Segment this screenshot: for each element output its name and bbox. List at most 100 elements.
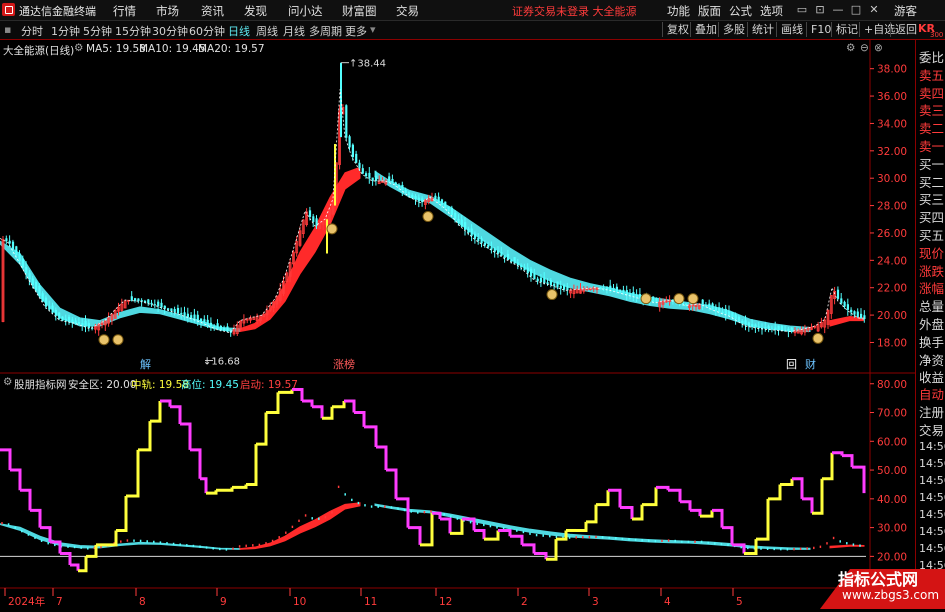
msg-icon[interactable]: ▭ — [794, 3, 810, 17]
menu-zixun[interactable]: 资讯 — [201, 3, 224, 19]
app-title: 通达信金融终端 — [19, 5, 96, 18]
candle-body — [203, 319, 206, 324]
btn-biaoji[interactable]: 标记 — [831, 22, 862, 37]
coin-marker-icon — [673, 293, 685, 305]
quote-field-label[interactable]: 净资 — [919, 350, 944, 369]
coin-marker-icon — [640, 293, 652, 305]
minimize-icon[interactable]: — — [830, 3, 846, 17]
candle-body — [612, 287, 615, 292]
tab-60min[interactable]: 60分钟 — [189, 23, 225, 39]
candle-body — [226, 326, 229, 332]
candle-body — [447, 206, 450, 212]
oscillator-step — [138, 421, 152, 452]
main-ribbon — [239, 166, 361, 333]
btn-duogu[interactable]: 多股 — [718, 22, 749, 37]
tab-5min[interactable]: 5分钟 — [83, 23, 112, 39]
menu-xuanxiang[interactable]: 选项 — [760, 3, 783, 19]
kline-chart[interactable]: 38.00 36.00 34.00 32.00 30.00 28.00 26.00 24.00… — [0, 40, 915, 609]
guest-label[interactable]: 游客 — [894, 3, 917, 19]
strip-action-label[interactable]: 自动 — [919, 384, 944, 403]
quote-field-label[interactable]: 买四 — [919, 207, 944, 226]
candle-body — [374, 175, 378, 181]
candle-body — [516, 262, 519, 266]
close-icon[interactable]: ✕ — [866, 3, 882, 17]
tab-15min[interactable]: 15分钟 — [115, 23, 151, 39]
login-warning[interactable]: 证券交易未登录 大全能源 — [512, 3, 637, 19]
oscillator-step — [170, 405, 182, 425]
candle-body — [31, 278, 34, 286]
oscillator-step — [332, 401, 346, 409]
menu-wenxiaoda[interactable]: 问小达 — [288, 3, 323, 19]
candle-body — [615, 286, 618, 293]
settings-icon-right[interactable]: ⚙ — [846, 42, 855, 54]
quote-field-label[interactable]: 换手 — [919, 332, 944, 351]
oscillator-step — [668, 488, 682, 502]
quote-field-label[interactable]: 外盘 — [919, 314, 944, 333]
oscillator-step — [386, 468, 398, 499]
btn-huaxian[interactable]: 画线 — [776, 22, 807, 37]
quote-field-label[interactable]: 卖一 — [919, 136, 944, 155]
tab-fenshi[interactable]: 分时 — [21, 23, 43, 39]
tab-1min[interactable]: 1分钟 — [51, 23, 80, 39]
menu-gongneng[interactable]: 功能 — [667, 3, 690, 19]
candle-body — [77, 322, 81, 325]
minus-icon[interactable]: ⊖ — [860, 42, 869, 54]
candle-body — [536, 278, 539, 282]
btn-tongji[interactable]: 统计 — [747, 22, 778, 37]
close-panel-icon[interactable]: ⊗ — [874, 42, 883, 54]
tab-more[interactable]: 更多 — [345, 23, 367, 39]
maximize-icon[interactable]: □ — [848, 3, 864, 17]
tab-monthly[interactable]: 月线 — [283, 23, 305, 39]
tab-30min[interactable]: 30分钟 — [152, 23, 188, 39]
tab-daily[interactable]: 日线 — [228, 23, 250, 39]
candle-body — [150, 302, 153, 305]
quote-field-label[interactable]: 买三 — [919, 189, 944, 208]
panel-toggle-icon[interactable]: ▪ — [4, 23, 11, 36]
candle-body — [850, 309, 853, 313]
candle-body — [48, 306, 51, 310]
candle-body — [513, 257, 516, 264]
menu-banmian[interactable]: 版面 — [698, 3, 721, 19]
candle-body — [160, 302, 163, 308]
quote-field-label[interactable]: 买五 — [919, 225, 944, 244]
chevron-down-icon[interactable]: ▾ — [370, 23, 376, 36]
tick-time: 14:56 — [919, 525, 945, 538]
tick-time: 14:56 — [919, 474, 945, 487]
quote-field-label[interactable]: 卖五 — [919, 65, 944, 84]
indicator-settings-icon[interactable]: ⚙ — [3, 376, 12, 388]
quote-field-label[interactable]: 买二 — [919, 172, 944, 191]
quote-field-label[interactable]: 委比 — [919, 47, 944, 66]
quote-field-label[interactable]: 卖四 — [919, 83, 944, 102]
menu-caifuquan[interactable]: 财富圈 — [342, 3, 377, 19]
candle-body — [523, 266, 526, 271]
menu-faxian[interactable]: 发现 — [244, 3, 267, 19]
tab-weekly[interactable]: 周线 — [256, 23, 278, 39]
oscillator-step — [576, 521, 588, 532]
quote-field-label[interactable]: 买一 — [919, 154, 944, 173]
candle-body — [526, 267, 529, 274]
quote-field-label[interactable]: 涨幅 — [919, 278, 944, 297]
menu-jiaoyi[interactable]: 交易 — [396, 3, 419, 19]
candle-body — [711, 303, 714, 310]
quote-field-label[interactable]: 卖二 — [919, 118, 944, 137]
quote-field-label[interactable]: 卖三 — [919, 100, 944, 119]
candle-body — [737, 316, 741, 322]
oscillator-step — [70, 563, 80, 571]
btn-diejia[interactable]: 叠加 — [690, 22, 721, 37]
strip-action-label[interactable]: 交易 — [919, 420, 944, 439]
btn-fuquan[interactable]: 复权 — [662, 22, 693, 37]
oscillator-step — [396, 497, 410, 528]
candle-body — [130, 296, 133, 301]
ind-ytick-label: 50.00 — [877, 465, 907, 477]
quote-field-label[interactable]: 现价 — [919, 243, 944, 262]
quote-field-label[interactable]: 总量 — [919, 296, 944, 315]
tab-multi-period[interactable]: 多周期 — [309, 23, 342, 39]
strip-action-label[interactable]: 注册 — [919, 402, 944, 421]
restore-icon[interactable]: ⊡ — [812, 3, 828, 17]
menu-gongshi[interactable]: 公式 — [729, 3, 752, 19]
settings-icon[interactable]: ⚙ — [74, 42, 83, 54]
btn-back[interactable]: 返回 — [890, 22, 921, 37]
menu-hangqing[interactable]: 行情 — [113, 3, 136, 19]
menu-shichang[interactable]: 市场 — [156, 3, 179, 19]
quote-field-label[interactable]: 涨跌 — [919, 261, 944, 280]
